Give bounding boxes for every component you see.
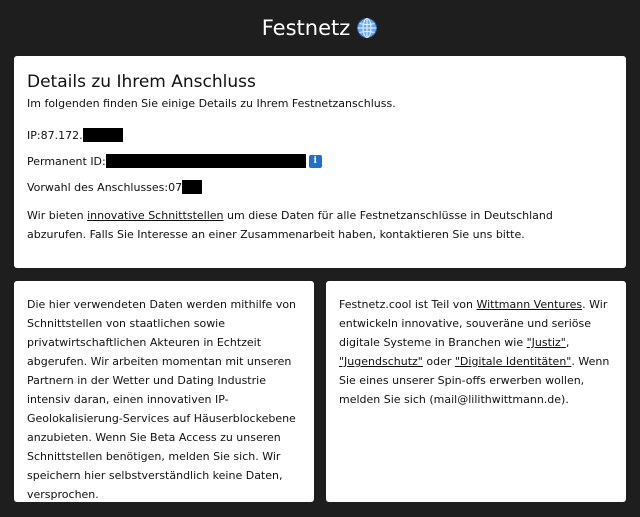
- permanent-id-row: Permanent ID: i: [27, 154, 612, 168]
- ip-value: 87.172.: [40, 128, 83, 142]
- permanent-id-label: Permanent ID:: [27, 154, 106, 168]
- offer-paragraph: Wir bieten innovative Schnittstellen um …: [27, 206, 612, 244]
- about-text-1: Festnetz.cool ist Teil von: [339, 298, 477, 311]
- about-text-4: oder: [422, 355, 455, 368]
- globe-icon: [356, 17, 378, 39]
- justiz-link[interactable]: "Justiz": [527, 336, 566, 349]
- ip-row: IP: 87.172.: [27, 128, 612, 142]
- data-sources-text: Die hier verwendeten Daten werden mithil…: [27, 298, 297, 501]
- about-paragraph: Festnetz.cool ist Teil von Wittmann Vent…: [339, 295, 614, 409]
- jugendschutz-link[interactable]: "Jugendschutz": [339, 355, 423, 368]
- info-icon[interactable]: i: [308, 154, 322, 168]
- connection-details-card: Details zu Ihrem Anschluss Im folgenden …: [14, 56, 626, 268]
- vorwahl-row: Vorwahl des Anschlusses: 07: [27, 180, 612, 194]
- ip-label: IP:: [27, 128, 41, 142]
- about-card: Festnetz.cool ist Teil von Wittmann Vent…: [326, 281, 626, 502]
- permanent-id-redaction: [105, 154, 306, 168]
- digitale-identitaeten-link[interactable]: "Digitale Identitäten": [455, 355, 572, 368]
- data-sources-card: Die hier verwendeten Daten werden mithil…: [14, 281, 314, 502]
- site-title: Festnetz: [261, 15, 351, 40]
- innovative-interfaces-link[interactable]: innovative Schnittstellen: [87, 209, 223, 222]
- about-text-3: ,: [565, 336, 570, 349]
- site-header: Festnetz: [0, 0, 640, 55]
- details-subtitle: Im folgenden finden Sie einige Details z…: [27, 97, 396, 110]
- vorwahl-label: Vorwahl des Anschlusses:: [27, 180, 169, 194]
- offer-text-1: Wir bieten: [27, 209, 88, 222]
- vorwahl-redaction: [182, 180, 203, 194]
- vorwahl-value: 07: [168, 180, 183, 194]
- details-heading: Details zu Ihrem Anschluss: [27, 72, 256, 92]
- ip-redaction: [82, 128, 123, 142]
- wittmann-ventures-link[interactable]: Wittmann Ventures: [476, 298, 582, 311]
